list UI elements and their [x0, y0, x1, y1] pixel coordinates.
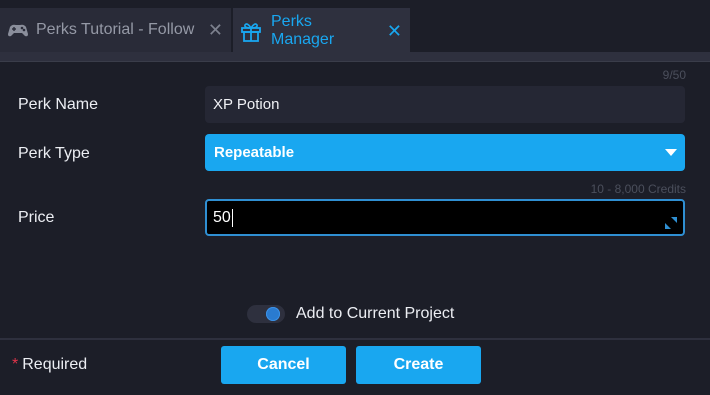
perk-name-input[interactable]: XP Potion: [205, 86, 685, 123]
required-star: *: [12, 356, 19, 373]
text-cursor: [231, 209, 233, 227]
perk-type-select[interactable]: Repeatable: [205, 134, 685, 171]
char-counter: 9/50: [662, 68, 686, 82]
price-value: 50: [213, 209, 231, 227]
required-label: Required: [22, 356, 88, 373]
tab-perks-tutorial[interactable]: Perks Tutorial - Follow ✕: [0, 8, 231, 52]
controller-icon: [6, 18, 30, 42]
header-strip: [0, 52, 710, 62]
close-icon[interactable]: ✕: [208, 21, 223, 39]
toggle-knob: [266, 307, 280, 321]
tab-bar: Perks Tutorial - Follow ✕ Perks Manager …: [0, 0, 710, 52]
cancel-button[interactable]: Cancel: [221, 346, 346, 384]
chevron-down-icon: [665, 149, 677, 156]
perk-type-value: Repeatable: [214, 144, 295, 161]
add-to-project-toggle[interactable]: [247, 305, 285, 323]
price-label: Price: [18, 209, 55, 226]
perk-type-label: Perk Type: [18, 145, 90, 162]
gift-icon: [239, 19, 263, 43]
perk-name-label: Perk Name: [18, 96, 99, 113]
close-icon[interactable]: ✕: [387, 22, 402, 40]
add-to-project-label: Add to Current Project: [296, 305, 455, 322]
tab-label: Perks Tutorial - Follow: [36, 21, 195, 38]
tab-label: Perks Manager: [271, 13, 335, 48]
footer: [0, 338, 710, 395]
required-note: * Required: [12, 356, 87, 374]
credits-hint: 10 - 8,000 Credits: [590, 182, 686, 196]
create-button[interactable]: Create: [356, 346, 481, 384]
resize-handle-icon[interactable]: [665, 216, 677, 229]
price-input[interactable]: 50: [205, 199, 685, 236]
tab-perks-manager[interactable]: Perks Manager ✕: [233, 8, 410, 52]
